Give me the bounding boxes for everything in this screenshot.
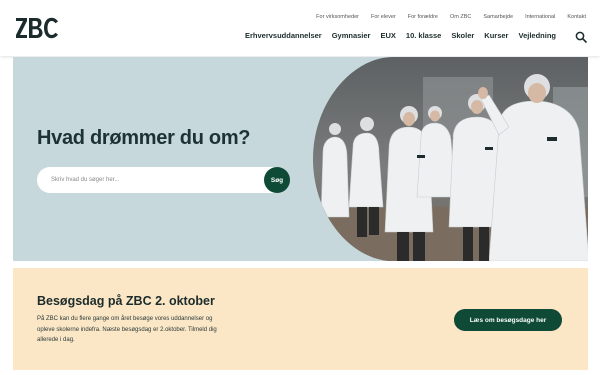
event-card: Besøgsdag på ZBC 2. oktober På ZBC kan d… bbox=[13, 268, 588, 370]
utility-nav: For virksomheder For elever For forældre… bbox=[316, 14, 586, 20]
nav-kurser[interactable]: Kurser bbox=[484, 31, 508, 40]
hero-search-input[interactable]: Skriv hvad du søger her... bbox=[37, 167, 289, 193]
util-link-kontakt[interactable]: Kontakt bbox=[567, 14, 586, 20]
header-search-button[interactable] bbox=[575, 30, 587, 43]
hero-section: Hvad drømmer du om? Skriv hvad du søger … bbox=[13, 57, 588, 261]
event-card-button[interactable]: Læs om besøgsdage her bbox=[454, 309, 562, 331]
util-link-elever[interactable]: For elever bbox=[371, 14, 396, 20]
nav-vejledning[interactable]: Vejledning bbox=[518, 31, 556, 40]
hero-search-button[interactable]: Søg bbox=[264, 167, 290, 193]
nav-skoler[interactable]: Skoler bbox=[451, 31, 474, 40]
util-link-foraeldre[interactable]: For forældre bbox=[408, 14, 438, 20]
util-link-om-zbc[interactable]: Om ZBC bbox=[450, 14, 471, 20]
nav-gymnasier[interactable]: Gymnasier bbox=[332, 31, 371, 40]
zbc-logo[interactable] bbox=[15, 17, 59, 39]
zbc-logo-mark bbox=[16, 17, 58, 39]
nav-eux[interactable]: EUX bbox=[380, 31, 395, 40]
util-link-virksomheder[interactable]: For virksomheder bbox=[316, 14, 359, 20]
search-icon bbox=[575, 31, 587, 43]
nav-erhvervsuddannelser[interactable]: Erhvervsuddannelser bbox=[245, 31, 322, 40]
event-card-title: Besøgsdag på ZBC 2. oktober bbox=[37, 294, 215, 308]
hero-title: Hvad drømmer du om? bbox=[37, 127, 251, 149]
util-link-international[interactable]: International bbox=[525, 14, 555, 20]
hero-photo bbox=[313, 57, 588, 261]
site-header: For virksomheder For elever For forældre… bbox=[0, 0, 600, 56]
event-card-text: På ZBC kan du flere gange om året besøge… bbox=[37, 316, 217, 343]
util-link-samarbejde[interactable]: Samarbejde bbox=[483, 14, 513, 20]
nav-10-klasse[interactable]: 10. klasse bbox=[406, 31, 441, 40]
main-nav: Erhvervsuddannelser Gymnasier EUX 10. kl… bbox=[245, 31, 556, 40]
